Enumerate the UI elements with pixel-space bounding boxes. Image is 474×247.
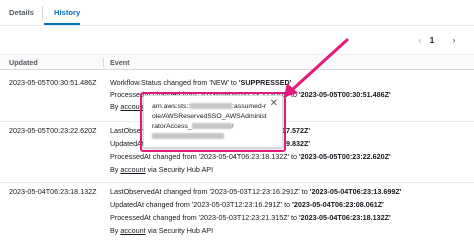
event-line: By account via Security Hub API: [110, 165, 214, 174]
column-divider: [103, 58, 104, 67]
column-header-updated[interactable]: Updated: [9, 58, 38, 67]
event-line-end: 17.572Z': [282, 126, 311, 135]
tabs-divider: [0, 25, 474, 26]
current-page-number[interactable]: 1: [428, 35, 436, 47]
row-divider: [0, 182, 474, 183]
event-line-end: 9.832Z': [286, 139, 311, 148]
tab-separator: [42, 6, 43, 20]
event-line: By account via Security Hub API: [110, 226, 214, 235]
event-line: Workflow.Status changed from 'NEW' to 'S…: [110, 78, 292, 87]
table-header: Updated Event: [0, 54, 474, 70]
previous-page-button[interactable]: ‹: [416, 35, 424, 47]
event-line: ProcessedAt changed from '2023-05-03T12:…: [110, 213, 391, 222]
account-link[interactable]: account: [120, 226, 145, 235]
tab-bar: Details History: [0, 0, 474, 26]
event-line: LastObservedAt changed from '2023-05-03T…: [110, 187, 402, 196]
tab-details[interactable]: Details: [9, 2, 41, 24]
row-updated-time: 2023-05-05T00:30:51.486Z: [9, 78, 97, 87]
next-page-button[interactable]: ›: [450, 35, 458, 47]
account-link[interactable]: account: [120, 165, 145, 174]
event-line: UpdatedAt changed from '2023-05-03T12:23…: [110, 200, 384, 209]
event-line: ProcessedAt changed from '2023-05-04T06:…: [110, 152, 391, 161]
column-header-event[interactable]: Event: [110, 58, 130, 67]
row-updated-time: 2023-05-04T06:23:18.132Z: [9, 187, 97, 196]
tab-history[interactable]: History: [52, 2, 82, 24]
row-updated-time: 2023-05-05T00:23:22.620Z: [9, 126, 97, 135]
highlight-box: [140, 92, 286, 152]
